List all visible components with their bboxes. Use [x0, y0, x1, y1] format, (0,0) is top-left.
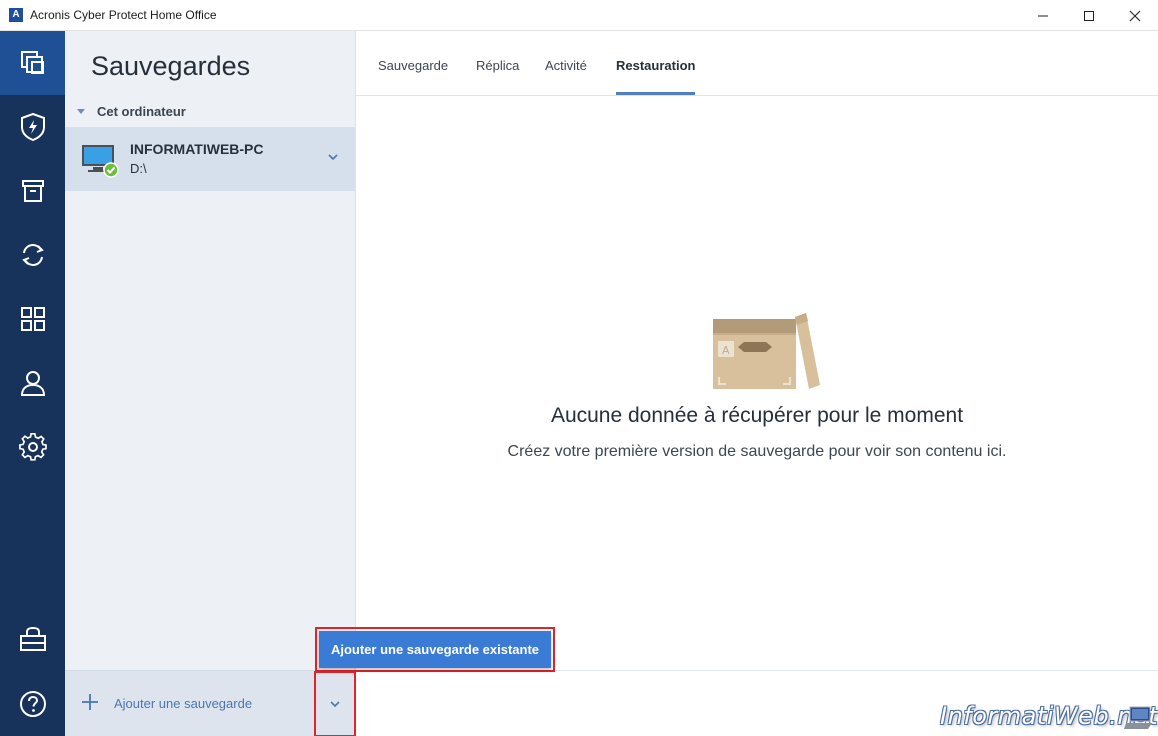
add-backup-label: Ajouter une sauvegarde [114, 696, 253, 711]
add-existing-backup-button[interactable]: Ajouter une sauvegarde existante [319, 631, 551, 668]
maximize-button[interactable] [1066, 0, 1112, 31]
nav-item-store[interactable] [0, 607, 65, 671]
chevron-down-icon [330, 701, 340, 708]
user-icon [20, 371, 45, 396]
title-bar: A Acronis Cyber Protect Home Office [0, 0, 1158, 31]
gear-icon [18, 433, 47, 461]
nav-item-help[interactable] [0, 672, 65, 736]
tab-bar: Sauvegarde Réplica Activité Restauration [356, 31, 1158, 96]
window-title: Acronis Cyber Protect Home Office [30, 8, 217, 22]
maximize-icon [1084, 10, 1094, 21]
archive-box-icon [21, 180, 44, 202]
nav-item-settings[interactable] [0, 415, 65, 479]
expand-triangle-icon [77, 109, 85, 114]
group-header-this-computer[interactable]: Cet ordinateur [77, 104, 186, 119]
group-label: Cet ordinateur [97, 104, 186, 119]
empty-state-title: Aucune donnée à récupérer pour le moment [550, 404, 964, 427]
minimize-button[interactable] [1020, 0, 1066, 31]
svg-text:A: A [722, 344, 730, 357]
nav-item-backup[interactable] [0, 31, 65, 95]
panel-title: Sauvegardes [91, 51, 251, 81]
shield-bolt-icon [20, 112, 45, 142]
laptop-logo-icon [1124, 706, 1152, 729]
nav-rail [0, 31, 65, 736]
active-tab-indicator [616, 92, 695, 95]
sync-icon [21, 244, 44, 266]
close-button[interactable] [1112, 0, 1158, 31]
backup-item-destination: D:\ [130, 161, 147, 176]
tab-sauvegarde[interactable]: Sauvegarde [378, 58, 448, 73]
chevron-down-icon[interactable] [327, 153, 339, 161]
close-icon [1129, 10, 1141, 21]
nav-item-protection[interactable] [0, 95, 65, 159]
grid-tools-icon [20, 307, 45, 331]
shopping-bag-icon [19, 626, 46, 651]
tab-activite[interactable]: Activité [545, 58, 587, 73]
nav-item-sync[interactable] [0, 223, 65, 287]
nav-item-account[interactable] [0, 351, 65, 415]
tab-replica[interactable]: Réplica [476, 58, 519, 73]
computer-status-icon [82, 145, 119, 178]
empty-archive-box-icon: A [713, 313, 820, 389]
empty-state-subtitle: Créez votre première version de sauvegar… [507, 443, 1007, 460]
nav-item-tools[interactable] [0, 287, 65, 351]
backups-panel: Sauvegardes Cet ordinateur INFORMATIWEB-… [65, 31, 356, 736]
help-circle-icon [19, 691, 46, 717]
plus-icon [82, 694, 98, 710]
popup-highlight: Ajouter une sauvegarde existante [315, 627, 555, 672]
minimize-icon [1038, 15, 1048, 16]
backup-item-name: INFORMATIWEB-PC [130, 141, 264, 157]
backup-copies-icon [20, 51, 44, 74]
add-backup-dropdown-button[interactable] [314, 671, 356, 736]
backup-item[interactable]: INFORMATIWEB-PC D:\ [65, 127, 355, 191]
panel-footer: Ajouter une sauvegarde [65, 670, 356, 736]
acronis-logo-icon: A [9, 8, 23, 22]
tab-restauration[interactable]: Restauration [616, 58, 695, 73]
nav-item-archive[interactable] [0, 159, 65, 223]
